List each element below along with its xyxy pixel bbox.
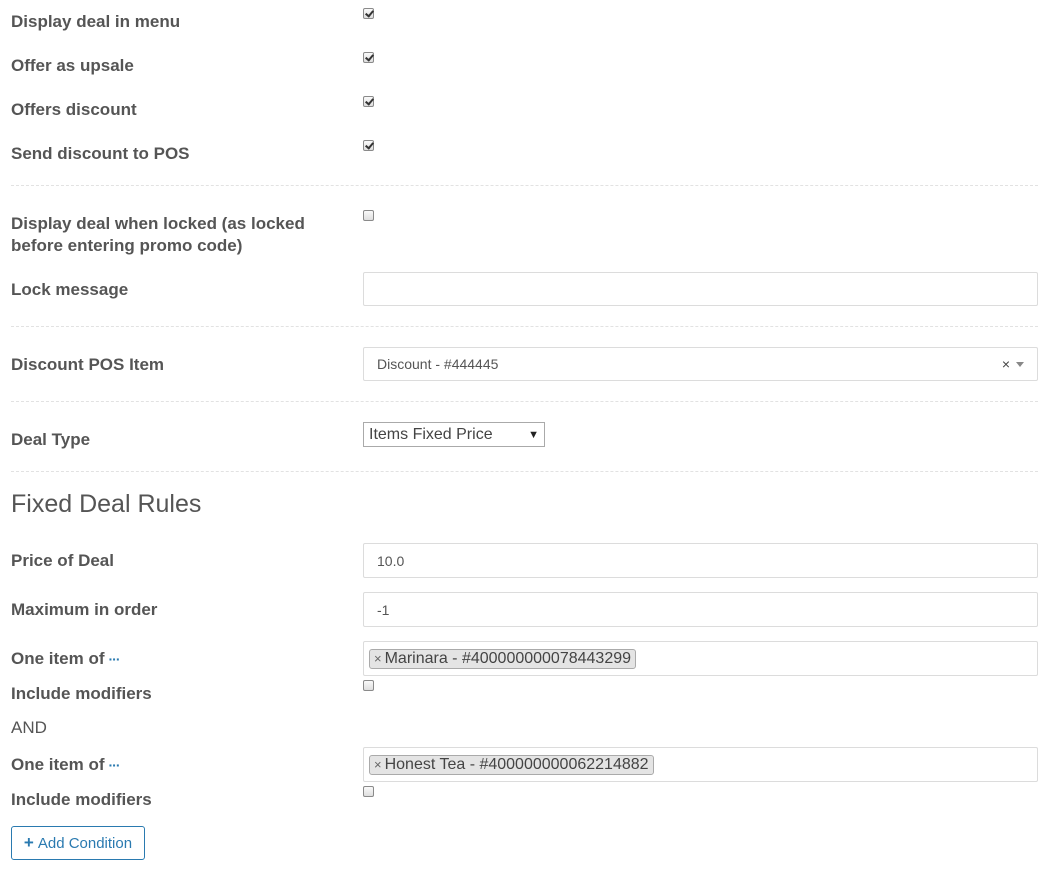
selected-item-text: Marinara - #400000000078443299	[384, 649, 632, 667]
price-of-deal-label: Price of Deal	[11, 551, 114, 570]
and-label: AND	[11, 718, 47, 737]
condition-label: One item of ···	[11, 754, 121, 776]
selected-item-tag: × Marinara - #400000000078443299	[369, 648, 637, 669]
add-condition-label: Add Condition	[37, 834, 133, 852]
discount-pos-item-select[interactable]: Discount - #444445 ×	[363, 347, 1038, 381]
divider	[11, 401, 1038, 402]
send-discount-pos-label: Send discount to POS	[11, 144, 190, 163]
divider	[11, 471, 1038, 472]
condition-items-select[interactable]: × Marinara - #400000000078443299	[363, 641, 1038, 676]
selected-item-text: Honest Tea - #400000000062214882	[384, 755, 649, 773]
divider	[11, 185, 1038, 186]
maximum-in-order-label: Maximum in order	[11, 600, 158, 619]
display-when-locked-label: Display deal when locked (as locked befo…	[11, 213, 305, 257]
add-condition-button[interactable]: + Add Condition	[11, 826, 145, 860]
more-options-icon[interactable]: ···	[109, 757, 121, 773]
price-of-deal-input[interactable]: 10.0	[363, 543, 1038, 578]
send-discount-pos-checkbox[interactable]	[363, 140, 374, 151]
clear-icon[interactable]: ×	[1002, 356, 1010, 372]
remove-tag-icon[interactable]: ×	[374, 757, 382, 772]
offers-discount-label: Offers discount	[11, 100, 137, 119]
display-in-menu-label: Display deal in menu	[11, 12, 181, 31]
offer-as-upsale-checkbox[interactable]	[363, 52, 374, 63]
include-modifiers-checkbox[interactable]	[363, 786, 374, 797]
display-when-locked-label-line2: before entering promo code)	[11, 236, 243, 255]
lock-message-label: Lock message	[11, 280, 129, 299]
discount-pos-item-label: Discount POS Item	[11, 355, 165, 374]
dropdown-arrow-icon: ▼	[528, 428, 539, 441]
discount-pos-item-value: Discount - #444445	[377, 356, 499, 372]
maximum-in-order-input[interactable]: -1	[363, 592, 1038, 627]
selected-item-tag: × Honest Tea - #400000000062214882	[369, 754, 654, 775]
lock-message-input[interactable]	[363, 272, 1038, 306]
deal-type-label: Deal Type	[11, 430, 91, 449]
display-in-menu-checkbox[interactable]	[363, 8, 374, 19]
fixed-deal-rules-heading: Fixed Deal Rules	[11, 490, 202, 518]
condition-items-select[interactable]: × Honest Tea - #400000000062214882	[363, 747, 1038, 782]
offers-discount-checkbox[interactable]	[363, 96, 374, 107]
more-options-icon[interactable]: ···	[109, 651, 121, 667]
condition-label-text: One item of	[11, 649, 105, 668]
divider	[11, 326, 1038, 327]
remove-tag-icon[interactable]: ×	[374, 651, 382, 666]
display-when-locked-label-line1: Display deal when locked (as locked	[11, 214, 305, 233]
deal-type-select[interactable]: Items Fixed Price ▼	[363, 422, 545, 447]
plus-icon: +	[23, 833, 34, 852]
include-modifiers-label: Include modifiers	[11, 684, 152, 703]
chevron-down-icon[interactable]	[1016, 361, 1024, 367]
include-modifiers-checkbox[interactable]	[363, 680, 374, 691]
condition-label: One item of ···	[11, 648, 121, 670]
include-modifiers-label: Include modifiers	[11, 790, 152, 809]
deal-type-value: Items Fixed Price	[369, 425, 493, 443]
condition-label-text: One item of	[11, 755, 105, 774]
display-when-locked-checkbox[interactable]	[363, 210, 374, 221]
offer-as-upsale-label: Offer as upsale	[11, 56, 134, 75]
